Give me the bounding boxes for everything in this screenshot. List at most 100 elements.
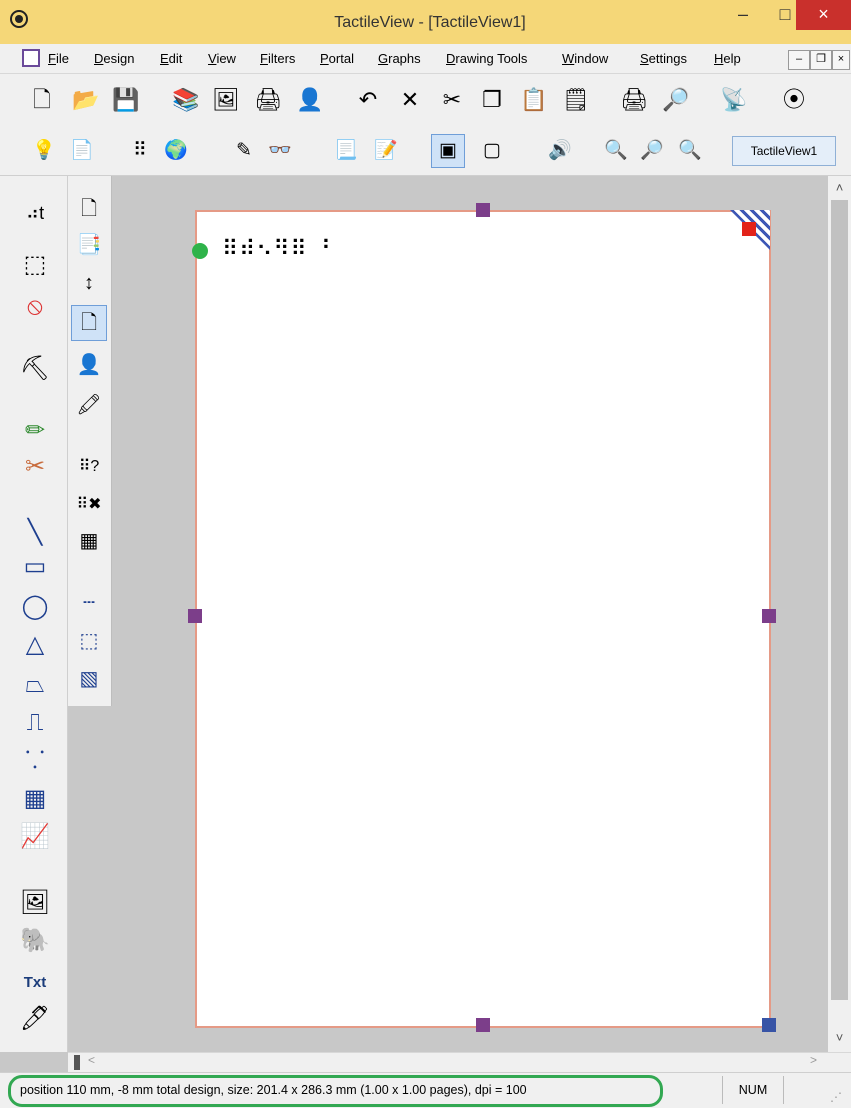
rectangle-tool-icon[interactable]: ▭ xyxy=(18,550,52,584)
new-document-icon[interactable]: 🗋 xyxy=(26,84,58,116)
triangle-tool-icon[interactable]: △ xyxy=(18,628,52,662)
scanner-icon[interactable]: 🖨 xyxy=(252,84,284,116)
proofread-icon[interactable]: 👓 xyxy=(264,135,296,167)
bottom-right-resize-handle[interactable] xyxy=(762,1018,776,1032)
eraser-tool-icon[interactable]: ✂ xyxy=(18,450,52,484)
txt-tool-icon[interactable]: Txt xyxy=(18,966,52,1000)
scroll-down-arrow-icon[interactable]: ˅ xyxy=(828,1030,851,1045)
user-profile-icon[interactable]: 👤 xyxy=(72,348,106,382)
paste-special-icon[interactable]: 🗒 xyxy=(560,84,592,116)
mdi-minimize-button[interactable]: – xyxy=(788,50,810,70)
braille-query-icon[interactable]: ⠿? xyxy=(72,450,106,484)
paste-icon[interactable]: 📋 xyxy=(518,84,550,116)
zoom-page-icon[interactable]: 🔍 xyxy=(674,135,706,167)
page-select-icon[interactable]: 🗋 xyxy=(71,305,107,341)
resize-grip-icon[interactable]: ⋰ xyxy=(830,1090,842,1104)
mdi-close-button[interactable]: × xyxy=(832,50,850,70)
scroll-up-arrow-icon[interactable]: ˄ xyxy=(828,180,851,195)
app-logo-icon[interactable] xyxy=(10,10,28,28)
pipette-tool-icon[interactable]: 🖊 xyxy=(18,1002,52,1036)
tactileview-icon[interactable]: ⦿ xyxy=(778,84,810,116)
horizontal-scroll-thumb[interactable] xyxy=(74,1055,80,1070)
left-resize-handle[interactable] xyxy=(188,609,202,623)
bottom-resize-handle[interactable] xyxy=(476,1018,490,1032)
menu-view[interactable]: View xyxy=(208,51,236,66)
print-preview-icon[interactable]: 🔎 xyxy=(660,84,692,116)
polyline-tool-icon[interactable]: ⎍ xyxy=(18,706,52,740)
status-position-text: position 110 mm, -8 mm total design, siz… xyxy=(20,1083,527,1097)
braille-text-tool-icon[interactable]: ⠴t xyxy=(18,196,52,230)
graph-tool-icon[interactable]: 📈 xyxy=(18,820,52,854)
menu-filters[interactable]: Filters xyxy=(260,51,295,66)
zoom-in-icon[interactable]: 🔍 xyxy=(600,135,632,167)
braille-delete-icon[interactable]: ⠿✖ xyxy=(72,488,106,522)
insert-image-icon[interactable]: 🖼 xyxy=(18,886,52,920)
zoom-out-icon[interactable]: 🔎 xyxy=(636,135,668,167)
page-size-icon[interactable]: ↕ xyxy=(72,266,106,300)
page-tools-panel: 🗋 📑 ↕ 🗋 👤 🖍 ⠿? ⠿✖ ▦ ┄ ⬚ ▧ xyxy=(68,176,112,706)
menu-settings[interactable]: Settings xyxy=(640,51,687,66)
menu-portal[interactable]: Portal xyxy=(320,51,354,66)
mdi-restore-button[interactable]: ❐ xyxy=(810,50,832,70)
menu-file[interactable]: File xyxy=(48,51,69,66)
table-tool-icon[interactable]: ▦ xyxy=(18,782,52,816)
menu-edit[interactable]: Edit xyxy=(160,51,182,66)
menu-help[interactable]: Help xyxy=(714,51,741,66)
line-tool-icon[interactable]: ╲ xyxy=(18,516,52,550)
scroll-right-arrow-icon[interactable]: > xyxy=(810,1053,817,1067)
dashed-box-icon[interactable]: ⬚ xyxy=(72,624,106,658)
document-settings-icon[interactable]: 📄 xyxy=(66,135,98,167)
copy-icon[interactable]: ❐ xyxy=(476,84,508,116)
origin-marker[interactable] xyxy=(192,243,208,259)
document-menu-icon[interactable] xyxy=(22,49,40,67)
top-resize-handle[interactable] xyxy=(476,203,490,217)
design-page[interactable] xyxy=(195,210,771,1028)
right-resize-handle[interactable] xyxy=(762,609,776,623)
horizontal-scrollbar[interactable] xyxy=(68,1052,851,1072)
page-layout-icon[interactable]: ▣ xyxy=(431,134,465,168)
trapezoid-tool-icon[interactable]: ⏢ xyxy=(18,668,52,702)
menu-design[interactable]: Design xyxy=(94,51,134,66)
hatch-pattern-icon[interactable]: ▧ xyxy=(72,662,106,696)
person-icon[interactable]: 👤 xyxy=(294,84,326,116)
edit-pencil-icon[interactable]: ✎ xyxy=(228,135,260,167)
print-icon[interactable]: 🖨 xyxy=(618,84,650,116)
undo-icon[interactable]: ↶ xyxy=(352,84,384,116)
document-tab[interactable]: TactileView1 xyxy=(732,136,836,166)
vertical-scroll-thumb[interactable] xyxy=(831,200,848,1000)
page-zoom-icon[interactable]: 🗋 xyxy=(72,192,106,226)
color-markers-icon[interactable]: 🖍 xyxy=(72,388,106,422)
open-folder-icon[interactable]: 📂 xyxy=(70,84,102,116)
fill-bucket-icon[interactable]: ⛏ xyxy=(18,352,52,386)
select-rectangle-icon[interactable]: ⬚ xyxy=(18,248,52,282)
cut-icon[interactable]: ✂ xyxy=(436,84,468,116)
lasso-select-icon[interactable]: ⦸ xyxy=(18,290,52,324)
ellipse-tool-icon[interactable]: ◯ xyxy=(18,590,52,624)
page-edit-icon[interactable]: 📝 xyxy=(370,135,402,167)
delete-icon[interactable]: ✕ xyxy=(394,84,426,116)
menu-drawing-tools[interactable]: Drawing Tools xyxy=(446,51,527,66)
globe-icon[interactable]: 🌍 xyxy=(160,135,192,167)
dashed-line-icon[interactable]: ┄ xyxy=(72,586,106,620)
rss-icon[interactable]: 📡 xyxy=(718,84,750,116)
close-button[interactable]: × xyxy=(796,0,851,30)
copy-page-icon[interactable]: 📑 xyxy=(72,228,106,262)
library-icon[interactable]: 📚 xyxy=(170,84,202,116)
dots-tool-icon[interactable]: ⸪ xyxy=(18,744,52,778)
page-portrait-icon[interactable]: ▢ xyxy=(476,135,508,167)
save-icon[interactable]: 💾 xyxy=(110,84,142,116)
braille-text-object[interactable]: ⠿⠾⠢⠻⠿ ⠘ xyxy=(222,236,332,262)
speaker-icon[interactable]: 🔊 xyxy=(544,135,576,167)
corner-resize-handle[interactable] xyxy=(742,222,756,236)
grid-pattern-icon[interactable]: ▦ xyxy=(72,524,106,558)
page-list-icon[interactable]: 📃 xyxy=(330,135,362,167)
scroll-left-arrow-icon[interactable]: < xyxy=(88,1053,95,1067)
image-library-icon[interactable]: 🖼 xyxy=(210,84,242,116)
elephant-icon[interactable]: 🐘 xyxy=(18,924,52,958)
menu-window[interactable]: Window xyxy=(562,51,608,66)
pencil-tool-icon[interactable]: ✏ xyxy=(18,414,52,448)
minimize-button[interactable]: – xyxy=(722,0,764,30)
lightbulb-icon[interactable]: 💡 xyxy=(28,135,60,167)
menu-graphs[interactable]: Graphs xyxy=(378,51,421,66)
braille-cells-icon[interactable]: ⠿ xyxy=(124,135,156,167)
